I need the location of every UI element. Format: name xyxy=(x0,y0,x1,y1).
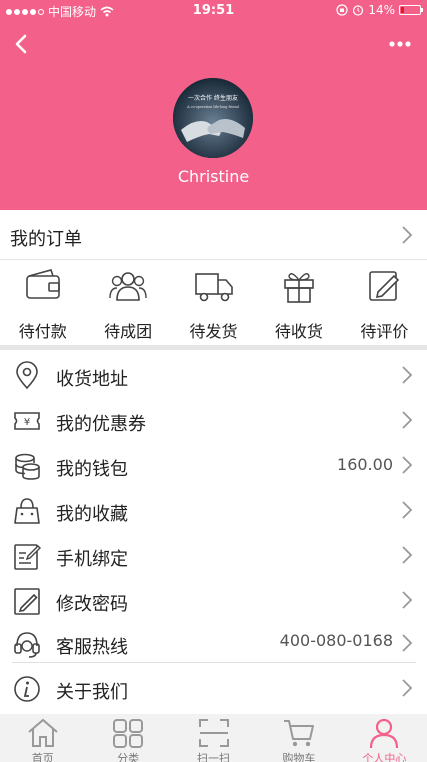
tab-label: 首页 xyxy=(31,752,54,762)
my-orders-title: 我的订单 xyxy=(10,229,82,250)
avatar[interactable]: 一次合作 终生朋友 A co-operation life-long frien… xyxy=(173,78,253,158)
order-status-label: 待评价 xyxy=(360,322,409,341)
menu-item-label: 我的收藏 xyxy=(56,504,128,525)
order-status-label: 待收货 xyxy=(274,322,323,341)
user-icon xyxy=(370,718,399,748)
menu-item-about-us[interactable]: 关于我们 xyxy=(0,666,427,711)
tab-profile[interactable]: 个人中心 xyxy=(342,714,427,762)
avatar-caption-bottom: A co-operation life-long friend xyxy=(186,105,240,109)
tab-cart[interactable]: 购物车 xyxy=(256,714,341,762)
menu-item-customer-service[interactable]: 客服热线 400-080-0168 xyxy=(0,621,427,666)
menu-item-label: 收货地址 xyxy=(56,369,128,390)
menu-item-coupons[interactable]: ¥ 我的优惠券 xyxy=(0,398,427,443)
order-status-pending-review[interactable]: 待评价 xyxy=(342,260,427,345)
scan-icon xyxy=(198,719,229,747)
menu-item-label: 修改密码 xyxy=(56,594,128,615)
order-status-grid: 待付款 待成团 待发货 待收货 待评价 xyxy=(0,260,427,345)
tab-label: 分类 xyxy=(117,752,140,762)
username: Christine xyxy=(177,167,250,186)
tab-label: 扫一扫 xyxy=(197,752,231,762)
svg-text:¥: ¥ xyxy=(24,417,30,428)
chevron-right-icon xyxy=(402,679,413,697)
back-button[interactable] xyxy=(10,32,34,56)
status-right-group: 14% xyxy=(336,3,423,17)
list-divider xyxy=(12,662,416,663)
my-orders-row[interactable]: 我的订单 xyxy=(0,210,427,260)
category-grid-icon xyxy=(113,719,144,748)
tab-scan[interactable]: 扫一扫 xyxy=(171,714,256,762)
chevron-right-icon xyxy=(402,411,413,429)
password-edit-icon xyxy=(14,588,40,615)
menu-item-label: 客服热线 xyxy=(56,637,128,658)
cart-icon xyxy=(283,720,314,747)
chevron-right-icon xyxy=(402,366,413,384)
menu-item-label: 我的钱包 xyxy=(56,459,128,480)
menu-item-wallet[interactable]: 我的钱包 160.00 xyxy=(0,443,427,488)
coupon-icon: ¥ xyxy=(14,412,40,430)
location-pin-icon xyxy=(16,361,38,390)
order-status-pending-shipment[interactable]: 待发货 xyxy=(171,260,256,345)
bottom-tab-bar: 首页 分类 扫一扫 购物车 个人中心 xyxy=(0,714,427,762)
order-status-label: 待成团 xyxy=(104,322,153,341)
wallet-icon xyxy=(25,269,60,299)
home-icon xyxy=(28,718,58,747)
order-status-pending-payment[interactable]: 待付款 xyxy=(0,260,85,345)
menu-item-label: 关于我们 xyxy=(56,682,128,703)
chevron-right-icon xyxy=(402,456,413,474)
review-edit-icon xyxy=(369,271,400,301)
order-status-label: 待发货 xyxy=(189,322,238,341)
tab-category[interactable]: 分类 xyxy=(85,714,170,762)
chevron-right-icon xyxy=(402,634,413,652)
headset-icon xyxy=(14,632,40,658)
chevron-right-icon xyxy=(402,591,413,609)
gift-icon xyxy=(284,273,314,303)
wallet-balance: 160.00 xyxy=(337,455,393,474)
menu-item-phone-binding[interactable]: 手机绑定 xyxy=(0,533,427,578)
menu-item-shipping-address[interactable]: 收货地址 xyxy=(0,353,427,398)
tab-home[interactable]: 首页 xyxy=(0,714,85,762)
tab-label: 购物车 xyxy=(282,752,316,762)
hotline-number: 400-080-0168 xyxy=(279,631,393,650)
coins-icon xyxy=(15,453,40,480)
status-bar: 中国移动 19:51 14% xyxy=(0,0,427,22)
menu-item-label: 我的优惠券 xyxy=(56,414,146,435)
chevron-right-icon xyxy=(402,501,413,519)
phone-bind-edit-icon xyxy=(14,544,41,570)
menu-item-label: 手机绑定 xyxy=(56,549,128,570)
truck-icon xyxy=(194,273,233,302)
order-status-label: 待付款 xyxy=(18,322,67,341)
section-divider xyxy=(0,345,427,350)
chevron-right-icon xyxy=(402,226,413,244)
order-status-pending-group[interactable]: 待成团 xyxy=(85,260,170,345)
profile-header: 一次合作 终生朋友 A co-operation life-long frien… xyxy=(0,22,427,210)
menu-item-favorites[interactable]: 我的收藏 xyxy=(0,488,427,533)
tab-label: 个人中心 xyxy=(362,752,407,762)
order-status-pending-receipt[interactable]: 待收货 xyxy=(256,260,341,345)
chevron-right-icon xyxy=(402,546,413,564)
battery-icon xyxy=(399,5,423,15)
menu-item-change-password[interactable]: 修改密码 xyxy=(0,578,427,623)
group-icon xyxy=(109,272,147,301)
alarm-icon xyxy=(353,5,364,16)
battery-percent: 14% xyxy=(368,3,395,17)
more-options-button[interactable] xyxy=(387,34,413,54)
bag-icon xyxy=(14,498,40,524)
orientation-lock-icon xyxy=(336,4,348,16)
avatar-caption-top: 一次合作 终生朋友 xyxy=(188,94,238,102)
info-icon xyxy=(14,676,40,702)
